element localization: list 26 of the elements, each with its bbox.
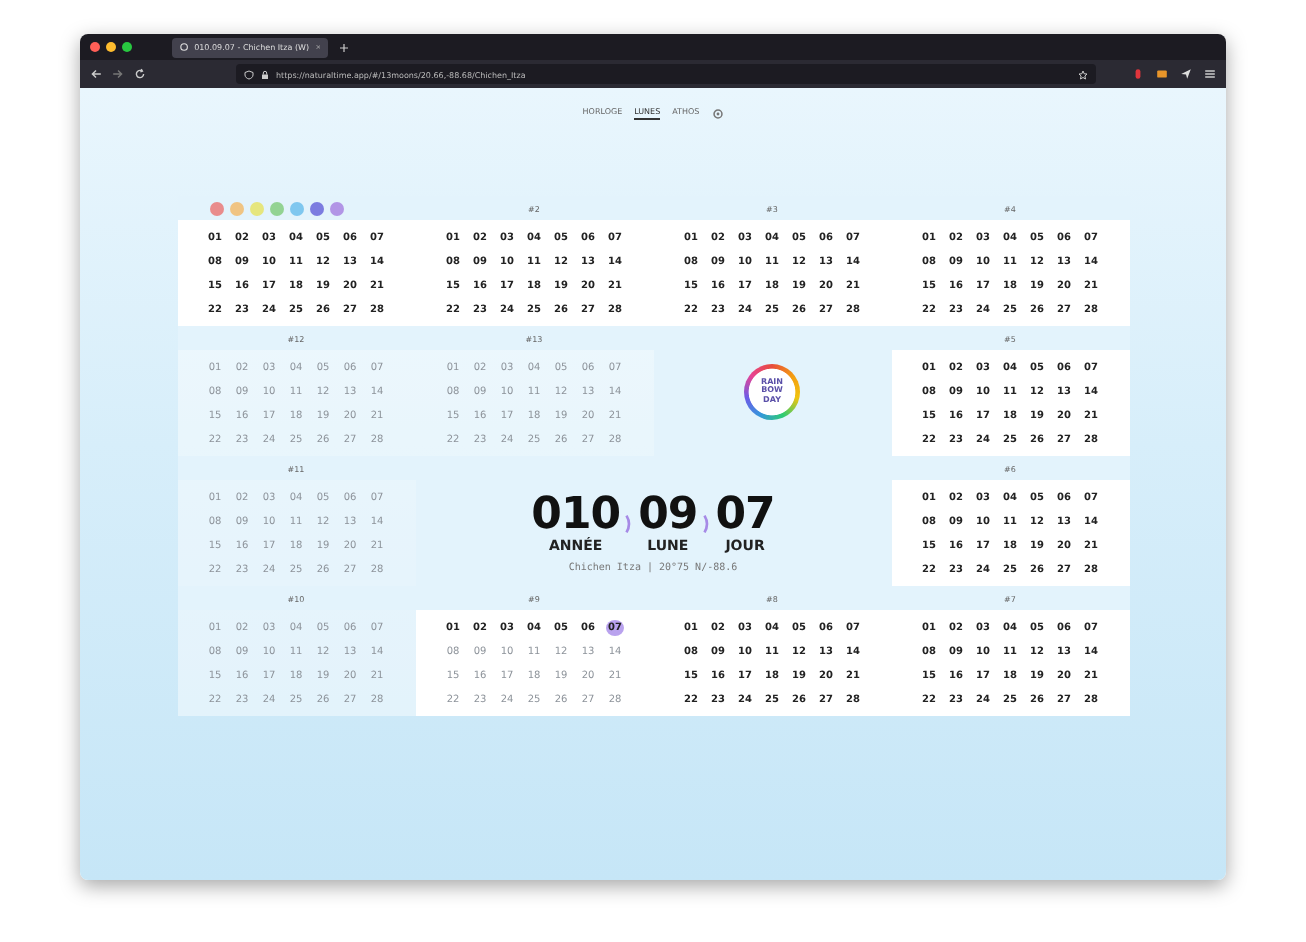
date-value: 07 [715,493,775,537]
lock-icon [260,69,270,79]
date-value: 09 [638,493,698,537]
color-dot[interactable] [249,201,263,215]
menu-icon[interactable] [1204,68,1216,80]
reload-icon[interactable] [134,68,146,80]
arc-icon [701,511,712,535]
color-dot[interactable] [229,201,243,215]
back-icon[interactable] [90,68,102,80]
color-dot[interactable] [209,201,223,215]
globe-icon [180,42,189,52]
star-icon[interactable] [1078,69,1088,79]
settings-icon[interactable] [711,107,724,119]
close-window-icon[interactable] [90,42,100,52]
minimize-window-icon[interactable] [106,42,116,52]
new-tab-icon[interactable] [340,43,348,51]
color-dot[interactable] [329,201,343,215]
maximize-window-icon[interactable] [122,42,132,52]
shield-icon [244,69,254,79]
arc-icon [624,511,635,535]
close-icon[interactable] [315,44,320,50]
date-value: 010 [531,493,621,537]
color-dot[interactable] [269,201,283,215]
color-dot[interactable] [309,201,323,215]
forward-icon[interactable] [112,68,124,80]
color-dot[interactable] [289,201,303,215]
